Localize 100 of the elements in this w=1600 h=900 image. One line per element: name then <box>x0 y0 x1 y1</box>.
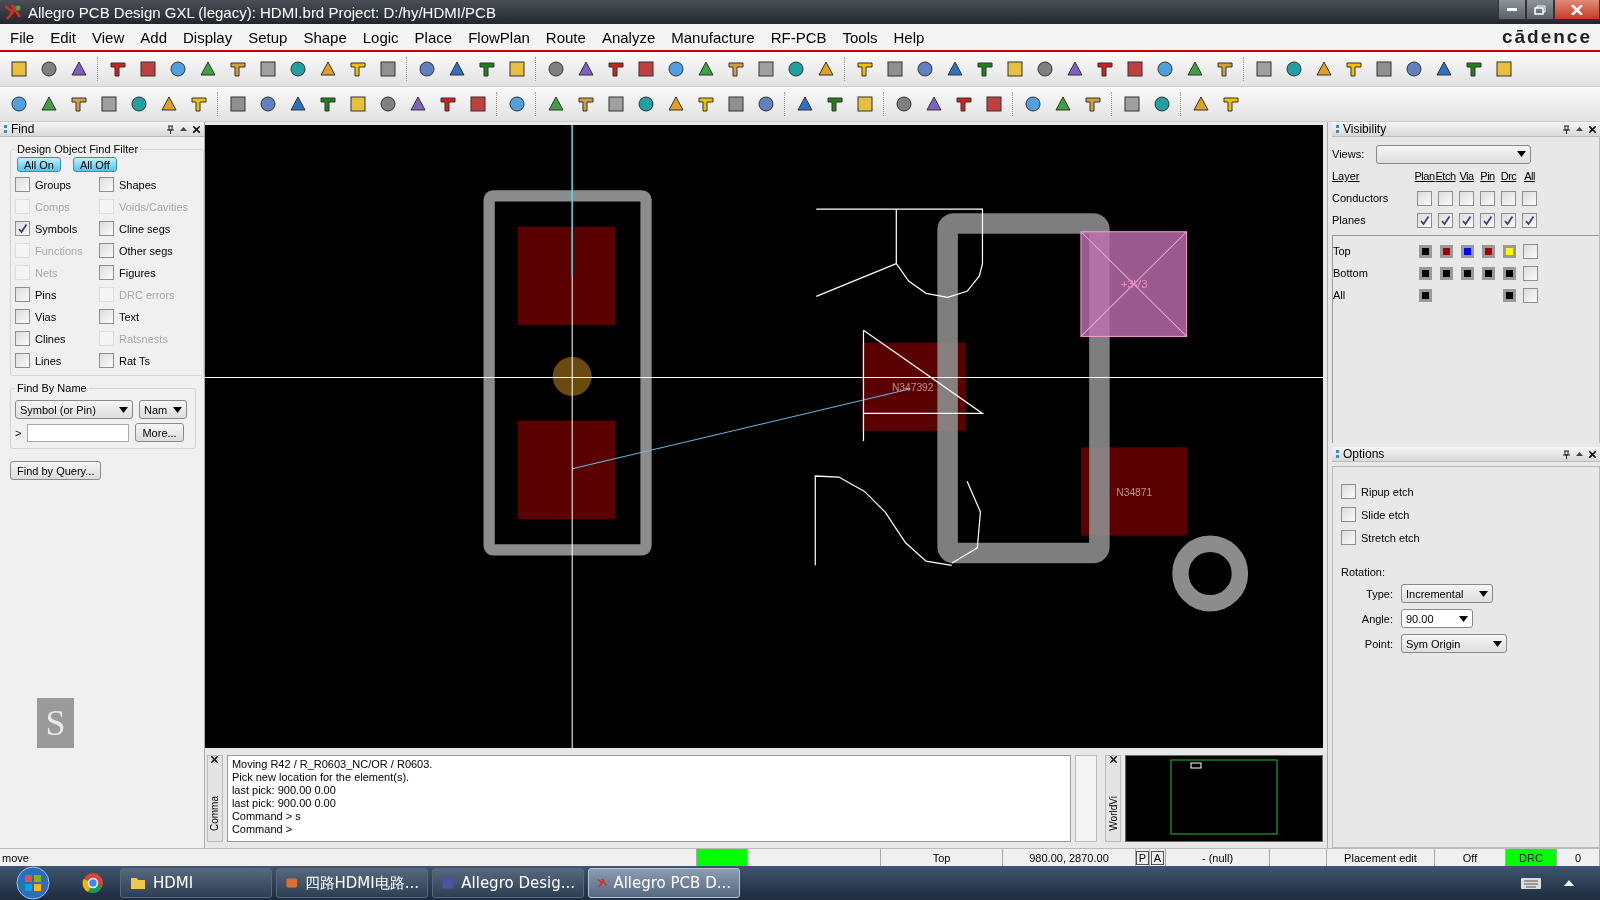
color-swatch[interactable] <box>1461 244 1474 258</box>
pin-icon[interactable] <box>167 124 174 134</box>
checkbox[interactable] <box>15 287 30 302</box>
menu-item[interactable]: Tools <box>834 28 886 46</box>
menu-item[interactable]: Display <box>175 28 241 46</box>
checkbox[interactable] <box>15 331 30 346</box>
close-icon[interactable] <box>1589 125 1596 133</box>
rotation-dropdown[interactable]: Incremental <box>1401 584 1493 603</box>
close-icon[interactable] <box>193 125 200 133</box>
toggle-all-button[interactable]: All On <box>17 157 61 172</box>
collapse-icon[interactable] <box>180 127 187 131</box>
taskbar-button[interactable]: 四路HDMI电路... <box>276 868 428 898</box>
menu-item[interactable]: File <box>2 28 43 46</box>
menu-item[interactable]: Logic <box>354 28 407 46</box>
menu-item[interactable]: Place <box>406 28 461 46</box>
checkbox[interactable] <box>1523 265 1538 281</box>
checkbox[interactable] <box>99 177 114 192</box>
checkbox[interactable] <box>1459 212 1474 228</box>
browser-icon[interactable] <box>82 872 104 894</box>
more-button[interactable]: More... <box>135 423 184 442</box>
column-header[interactable]: Plan <box>1414 170 1435 182</box>
menu-item[interactable]: Manufacture <box>663 28 763 46</box>
rotation-dropdown[interactable]: 90.00 <box>1401 609 1473 628</box>
checkbox[interactable] <box>1522 190 1537 206</box>
column-header[interactable]: Via <box>1456 170 1477 182</box>
color-swatch[interactable] <box>1482 244 1495 258</box>
color-swatch[interactable] <box>1461 266 1474 280</box>
checkbox[interactable] <box>1501 190 1516 206</box>
status-key[interactable]: A <box>1150 850 1165 865</box>
close-icon[interactable] <box>1589 450 1596 458</box>
checkbox[interactable] <box>1438 190 1453 206</box>
checkbox[interactable] <box>99 353 114 368</box>
close-icon[interactable] <box>1109 756 1117 763</box>
toggle-all-button[interactable]: All Off <box>72 157 117 172</box>
checkbox[interactable] <box>1523 287 1538 303</box>
color-swatch[interactable] <box>1503 244 1516 258</box>
color-swatch[interactable] <box>1419 244 1432 258</box>
checkbox[interactable] <box>15 177 30 192</box>
close-button[interactable] <box>1554 0 1600 20</box>
menu-item[interactable]: Edit <box>42 28 85 46</box>
pin-icon[interactable] <box>1563 449 1570 459</box>
color-swatch[interactable] <box>1440 244 1453 258</box>
menu-item[interactable]: Shape <box>295 28 355 46</box>
checkbox[interactable] <box>1480 190 1495 206</box>
scrollbar[interactable] <box>1075 755 1098 842</box>
checkbox[interactable] <box>1341 507 1356 522</box>
menu-item[interactable]: View <box>84 28 133 46</box>
keyboard-icon[interactable] <box>1520 876 1542 890</box>
checkbox[interactable] <box>99 309 114 324</box>
column-header[interactable]: Drc <box>1498 170 1519 182</box>
column-header[interactable]: Pin <box>1477 170 1498 182</box>
field-type-dropdown[interactable]: Nam <box>139 400 187 419</box>
menu-item[interactable]: Setup <box>240 28 296 46</box>
pin-icon[interactable] <box>1563 124 1570 134</box>
taskbar-button[interactable]: HDMI <box>120 868 272 898</box>
views-dropdown[interactable] <box>1376 144 1531 164</box>
menu-item[interactable]: Add <box>132 28 175 46</box>
world-view-map[interactable] <box>1125 755 1323 842</box>
rotation-dropdown[interactable]: Sym Origin <box>1401 634 1507 653</box>
taskbar-button[interactable]: Allegro PCB D... <box>588 868 740 898</box>
checkbox[interactable] <box>99 265 114 280</box>
menu-item[interactable]: Analyze <box>593 28 664 46</box>
minimize-button[interactable] <box>1498 0 1526 20</box>
tray-expand-icon[interactable] <box>1564 880 1574 886</box>
close-icon[interactable] <box>211 756 219 763</box>
checkbox[interactable] <box>1341 484 1356 499</box>
taskbar-button[interactable]: Allegro Desig... <box>432 868 584 898</box>
status-key[interactable]: P <box>1135 850 1150 865</box>
checkbox[interactable] <box>1341 530 1356 545</box>
checkbox[interactable] <box>1522 212 1537 228</box>
find-by-query-button[interactable]: Find by Query... <box>10 461 102 480</box>
checkbox[interactable] <box>1417 190 1432 206</box>
color-swatch[interactable] <box>1503 288 1516 302</box>
checkbox[interactable] <box>1480 212 1495 228</box>
checkbox[interactable] <box>15 353 30 368</box>
menu-item[interactable]: Route <box>537 28 594 46</box>
collapse-icon[interactable] <box>1576 127 1583 131</box>
checkbox[interactable] <box>99 221 114 236</box>
column-header[interactable]: All <box>1519 170 1540 182</box>
color-swatch[interactable] <box>1482 266 1495 280</box>
checkbox[interactable] <box>1523 243 1538 259</box>
collapse-icon[interactable] <box>1576 452 1583 456</box>
maximize-button[interactable] <box>1526 0 1554 20</box>
name-input-field[interactable] <box>27 423 130 442</box>
color-swatch[interactable] <box>1419 266 1432 280</box>
checkbox[interactable] <box>15 309 30 324</box>
color-swatch[interactable] <box>1419 288 1432 302</box>
menu-item[interactable]: Help <box>885 28 933 46</box>
menu-item[interactable]: FlowPlan <box>460 28 538 46</box>
checkbox[interactable] <box>1501 212 1516 228</box>
checkbox[interactable] <box>1459 190 1474 206</box>
checkbox[interactable] <box>1417 212 1432 228</box>
color-swatch[interactable] <box>1503 266 1516 280</box>
checkbox[interactable] <box>99 243 114 258</box>
column-header[interactable]: Etch <box>1435 170 1456 182</box>
color-swatch[interactable] <box>1440 266 1453 280</box>
menu-item[interactable]: RF-PCB <box>762 28 835 46</box>
column-header[interactable]: Layer <box>1332 170 1414 182</box>
checkbox[interactable] <box>1438 212 1453 228</box>
object-type-dropdown[interactable]: Symbol (or Pin) <box>15 400 133 419</box>
